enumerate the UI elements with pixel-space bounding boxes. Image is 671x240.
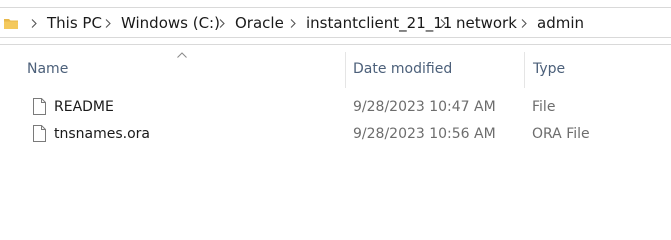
column-divider[interactable] [345, 52, 346, 88]
file-date-modified: 9/28/2023 10:56 AM [353, 126, 496, 142]
breadcrumb-admin[interactable]: admin [537, 14, 584, 32]
file-type: File [532, 99, 556, 115]
file-type: ORA File [532, 126, 590, 142]
file-name: README [54, 99, 114, 115]
chevron-right-icon[interactable] [219, 19, 225, 28]
column-divider[interactable] [524, 52, 525, 88]
address-bar: This PC Windows (C:) Oracle instantclien… [0, 0, 671, 45]
chevron-right-icon[interactable] [440, 19, 446, 28]
column-header-date-modified[interactable]: Date modified [353, 60, 452, 78]
column-header-name[interactable]: Name [27, 60, 68, 78]
breadcrumb[interactable]: This PC Windows (C:) Oracle instantclien… [0, 7, 671, 38]
chevron-right-icon[interactable] [521, 19, 527, 28]
file-icon [33, 98, 46, 115]
folder-icon [4, 19, 18, 29]
breadcrumb-this-pc[interactable]: This PC [47, 14, 102, 32]
chevron-right-icon[interactable] [31, 19, 37, 28]
column-header-type[interactable]: Type [533, 60, 565, 78]
breadcrumb-instantclient[interactable]: instantclient_21_11 [306, 14, 452, 32]
breadcrumb-network[interactable]: network [456, 14, 517, 32]
breadcrumb-windows-c[interactable]: Windows (C:) [121, 14, 220, 32]
chevron-right-icon[interactable] [105, 19, 111, 28]
file-icon [33, 125, 46, 142]
breadcrumb-oracle[interactable]: Oracle [235, 14, 284, 32]
file-row[interactable]: tnsnames.ora 9/28/2023 10:56 AM ORA File [22, 122, 671, 148]
file-row[interactable]: README 9/28/2023 10:47 AM File [22, 95, 671, 121]
chevron-right-icon[interactable] [290, 19, 296, 28]
column-headers: Name Date modified Type [0, 52, 671, 88]
file-date-modified: 9/28/2023 10:47 AM [353, 99, 496, 115]
file-name: tnsnames.ora [54, 126, 151, 142]
